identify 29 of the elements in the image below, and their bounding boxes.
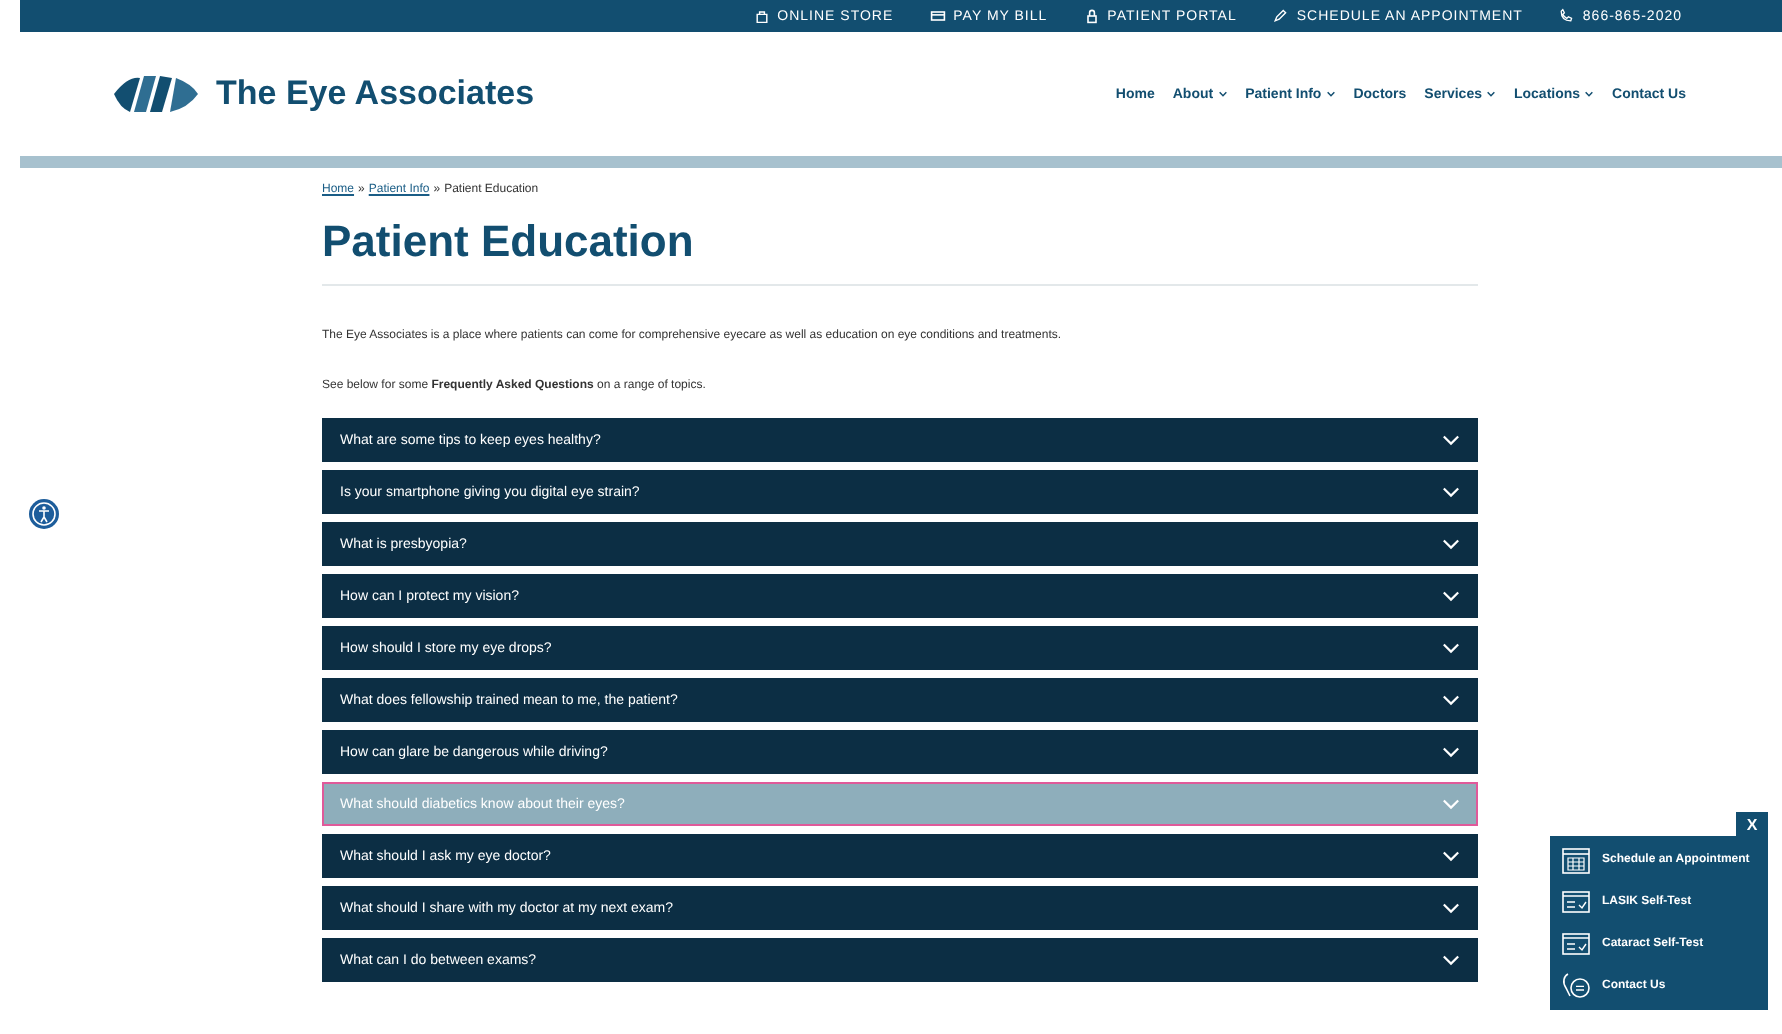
chevron-icon <box>1442 902 1460 914</box>
logo-text[interactable]: The Eye Associates <box>216 74 535 114</box>
chevron-icon <box>1442 642 1460 654</box>
chat-icon <box>1560 969 1592 1002</box>
accessibility-icon[interactable] <box>28 498 60 530</box>
caret-icon <box>1584 90 1595 98</box>
chevron-icon <box>1442 798 1460 810</box>
logo-icon <box>112 72 200 116</box>
page-title: Patient Education <box>322 216 696 268</box>
chevron-icon <box>1442 538 1460 550</box>
chevron-icon <box>1442 694 1460 706</box>
close-button[interactable]: X <box>1736 812 1768 836</box>
caret-icon <box>1485 90 1496 98</box>
caret-icon <box>1325 90 1336 98</box>
bag-icon <box>753 8 770 24</box>
card-icon <box>929 8 946 24</box>
phone-icon <box>1558 8 1575 24</box>
lock-icon <box>1083 8 1100 24</box>
checklist-icon <box>1560 886 1592 919</box>
pencil-icon <box>1272 8 1289 24</box>
chevron-icon <box>1442 850 1460 862</box>
chevron-icon <box>1442 486 1460 498</box>
chevron-icon <box>1442 954 1460 966</box>
checklist-icon <box>1560 927 1592 960</box>
chevron-icon <box>1442 746 1460 758</box>
calendar-icon <box>1560 844 1592 877</box>
caret-icon <box>1217 90 1228 98</box>
chevron-icon <box>1442 590 1460 602</box>
chevron-icon <box>1442 434 1460 446</box>
